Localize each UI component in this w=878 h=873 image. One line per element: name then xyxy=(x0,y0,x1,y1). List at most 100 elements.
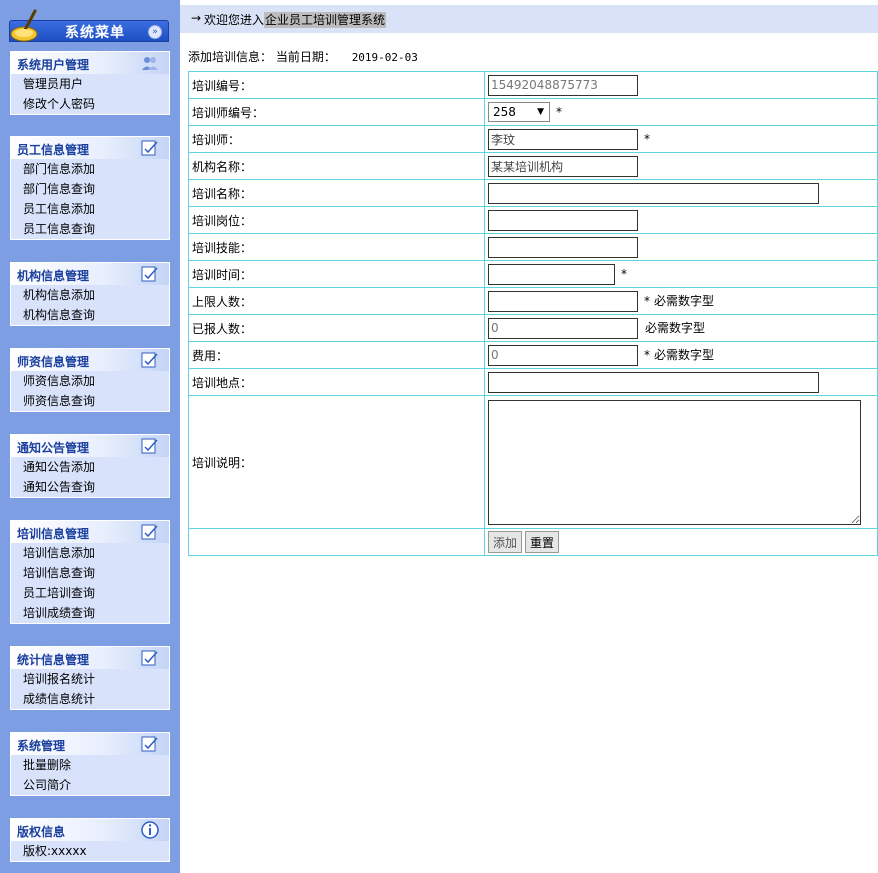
menu-group-header[interactable]: 系统管理 xyxy=(11,733,169,755)
menu-item[interactable]: 公司简介 xyxy=(11,775,169,795)
menu-item[interactable]: 机构信息查询 xyxy=(11,305,169,325)
edit-icon xyxy=(141,736,158,752)
trainer-id-select[interactable]: 258 ▼ xyxy=(488,102,550,122)
field-label: 培训编号： xyxy=(188,71,485,99)
menu-item[interactable]: 员工培训查询 xyxy=(11,583,169,603)
welcome-prefix: 欢迎您进入 xyxy=(204,13,265,27)
institution-name-input[interactable] xyxy=(488,155,638,177)
training-skill-input[interactable] xyxy=(488,236,638,258)
table-row: 已报人数： 必需数字型 xyxy=(188,314,878,342)
menu-item[interactable]: 批量删除 xyxy=(11,755,169,775)
menu-item[interactable]: 培训成绩查询 xyxy=(11,603,169,623)
menu-item[interactable]: 培训报名统计 xyxy=(11,669,169,689)
system-name: 企业员工培训管理系统 xyxy=(264,12,387,28)
welcome-text: 欢迎您进入企业员工培训管理系统 xyxy=(204,11,387,28)
info-icon xyxy=(141,821,159,839)
training-name-input[interactable] xyxy=(488,182,819,204)
menu-group-training: 培训信息管理 培训信息添加 培训信息查询 员工培训查询 培训成绩查询 xyxy=(10,520,170,624)
menu-group-title: 师资信息管理 xyxy=(17,355,90,369)
menu-group-header[interactable]: 版权信息 xyxy=(11,819,169,841)
required-star: * xyxy=(621,266,627,281)
menu-item[interactable]: 通知公告添加 xyxy=(11,457,169,477)
menu-group-title: 机构信息管理 xyxy=(17,269,90,283)
menu-group-header[interactable]: 统计信息管理 xyxy=(11,647,169,669)
menu-item[interactable]: 员工信息查询 xyxy=(11,219,169,239)
numeric-hint: 必需数字型 xyxy=(645,320,706,335)
menu-group-header[interactable]: 师资信息管理 xyxy=(11,349,169,371)
menu-group-header[interactable]: 培训信息管理 xyxy=(11,521,169,543)
field-label: 培训名称： xyxy=(188,179,485,207)
table-row: 培训师编号： 258 ▼ * xyxy=(188,98,878,126)
menu-group-teachers: 师资信息管理 师资信息添加 师资信息查询 xyxy=(10,348,170,412)
copyright-text: 版权:xxxxx xyxy=(23,844,87,858)
numeric-hint: 必需数字型 xyxy=(654,347,715,362)
menu-group-header[interactable]: 系统用户管理 xyxy=(11,52,169,74)
menu-group-header[interactable]: 机构信息管理 xyxy=(11,263,169,285)
edit-icon xyxy=(141,650,158,666)
table-row: 培训说明： xyxy=(188,395,878,529)
menu-group-title: 系统管理 xyxy=(17,739,66,753)
table-row: 培训技能： xyxy=(188,233,878,261)
menu-item[interactable]: 管理员用户 xyxy=(11,74,169,94)
field-label: 培训岗位： xyxy=(188,206,485,234)
required-star: * xyxy=(644,347,650,362)
field-label: 培训师编号： xyxy=(188,98,485,126)
menu-item[interactable]: 员工信息添加 xyxy=(11,199,169,219)
table-row: 添加 重置 xyxy=(188,528,878,556)
field-label: 费用： xyxy=(188,341,485,369)
training-position-input[interactable] xyxy=(488,209,638,231)
required-star: * xyxy=(644,131,650,146)
edit-icon xyxy=(141,352,158,368)
menu-item[interactable]: 成绩信息统计 xyxy=(11,689,169,709)
required-star: * xyxy=(644,293,650,308)
menu-group-header[interactable]: 通知公告管理 xyxy=(11,435,169,457)
menu-header: 系统菜单 » xyxy=(9,8,169,44)
collapse-menu-icon[interactable]: » xyxy=(148,25,162,39)
field-label: 培训地点： xyxy=(188,368,485,396)
menu-group-notices: 通知公告管理 通知公告添加 通知公告查询 xyxy=(10,434,170,498)
reset-button[interactable]: 重置 xyxy=(525,531,560,553)
edit-icon xyxy=(141,266,158,282)
fee-input[interactable] xyxy=(488,344,638,366)
field-label: 培训师： xyxy=(188,125,485,153)
arrow-icon: → xyxy=(191,11,202,25)
menu-group-header[interactable]: 员工信息管理 xyxy=(11,137,169,159)
training-location-input[interactable] xyxy=(488,371,819,393)
menu-group-title: 统计信息管理 xyxy=(17,653,90,667)
menu-item[interactable]: 师资信息查询 xyxy=(11,391,169,411)
max-people-input[interactable] xyxy=(488,290,638,312)
field-label: 培训说明： xyxy=(188,395,485,529)
menu-item[interactable]: 机构信息添加 xyxy=(11,285,169,305)
menu-group-title: 员工信息管理 xyxy=(17,143,90,157)
menu-item[interactable]: 师资信息添加 xyxy=(11,371,169,391)
training-id-input[interactable] xyxy=(488,74,638,96)
menu-item[interactable]: 培训信息添加 xyxy=(11,543,169,563)
training-time-input[interactable] xyxy=(488,263,615,285)
menu-group-system: 系统管理 批量删除 公司简介 xyxy=(10,732,170,796)
menu-item[interactable]: 部门信息查询 xyxy=(11,179,169,199)
table-row: 培训时间： * xyxy=(188,260,878,288)
menu-item[interactable]: 通知公告查询 xyxy=(11,477,169,497)
current-date: 2019-02-03 xyxy=(351,51,418,64)
sidebar-menu: 系统菜单 » 系统用户管理 管理员用户 修改个人密码 员工信息管理 部门信息添加… xyxy=(0,0,180,873)
numeric-hint: 必需数字型 xyxy=(654,293,715,308)
field-label: 已报人数： xyxy=(188,314,485,342)
table-row: 培训岗位： xyxy=(188,206,878,234)
enrolled-people-input[interactable] xyxy=(488,317,638,339)
edit-icon xyxy=(141,438,158,454)
menu-title: 系统菜单 xyxy=(65,25,125,41)
training-description-textarea[interactable] xyxy=(488,399,861,525)
menu-group-statistics: 统计信息管理 培训报名统计 成绩信息统计 xyxy=(10,646,170,710)
trainer-name-input[interactable] xyxy=(488,128,638,150)
menu-group-title: 培训信息管理 xyxy=(17,527,90,541)
field-label: 上限人数： xyxy=(188,287,485,315)
menu-item[interactable]: 修改个人密码 xyxy=(11,94,169,114)
menu-group-users: 系统用户管理 管理员用户 修改个人密码 xyxy=(10,51,170,115)
menu-group-title: 系统用户管理 xyxy=(17,58,90,72)
welcome-bar: → 欢迎您进入企业员工培训管理系统 xyxy=(180,5,878,33)
menu-item[interactable]: 部门信息添加 xyxy=(11,159,169,179)
broom-logo-icon xyxy=(10,9,38,42)
edit-icon xyxy=(141,524,158,540)
menu-item[interactable]: 培训信息查询 xyxy=(11,563,169,583)
add-button[interactable]: 添加 xyxy=(488,531,523,553)
